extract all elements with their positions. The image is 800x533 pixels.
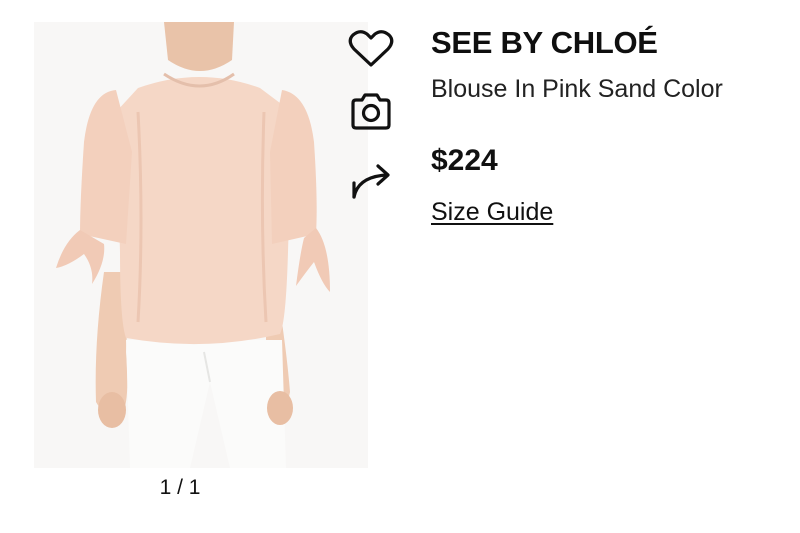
product-image[interactable] xyxy=(34,22,368,468)
brand-name: SEE BY CHLOÉ xyxy=(431,25,658,60)
heart-icon xyxy=(348,30,394,67)
visual-search-button[interactable] xyxy=(346,88,396,134)
size-guide-link[interactable]: Size Guide xyxy=(431,198,553,227)
product-info: SEE BY CHLOÉ Blouse In Pink Sand Color $… xyxy=(431,24,791,227)
blouse-photo xyxy=(34,22,368,468)
share-button[interactable] xyxy=(346,156,396,202)
product-price: $224 xyxy=(431,144,498,177)
camera-icon xyxy=(351,93,391,130)
image-counter: 1 / 1 xyxy=(159,476,201,499)
share-icon xyxy=(352,164,390,199)
wishlist-button[interactable] xyxy=(346,26,396,72)
product-name: Blouse In Pink Sand Color xyxy=(431,75,723,103)
